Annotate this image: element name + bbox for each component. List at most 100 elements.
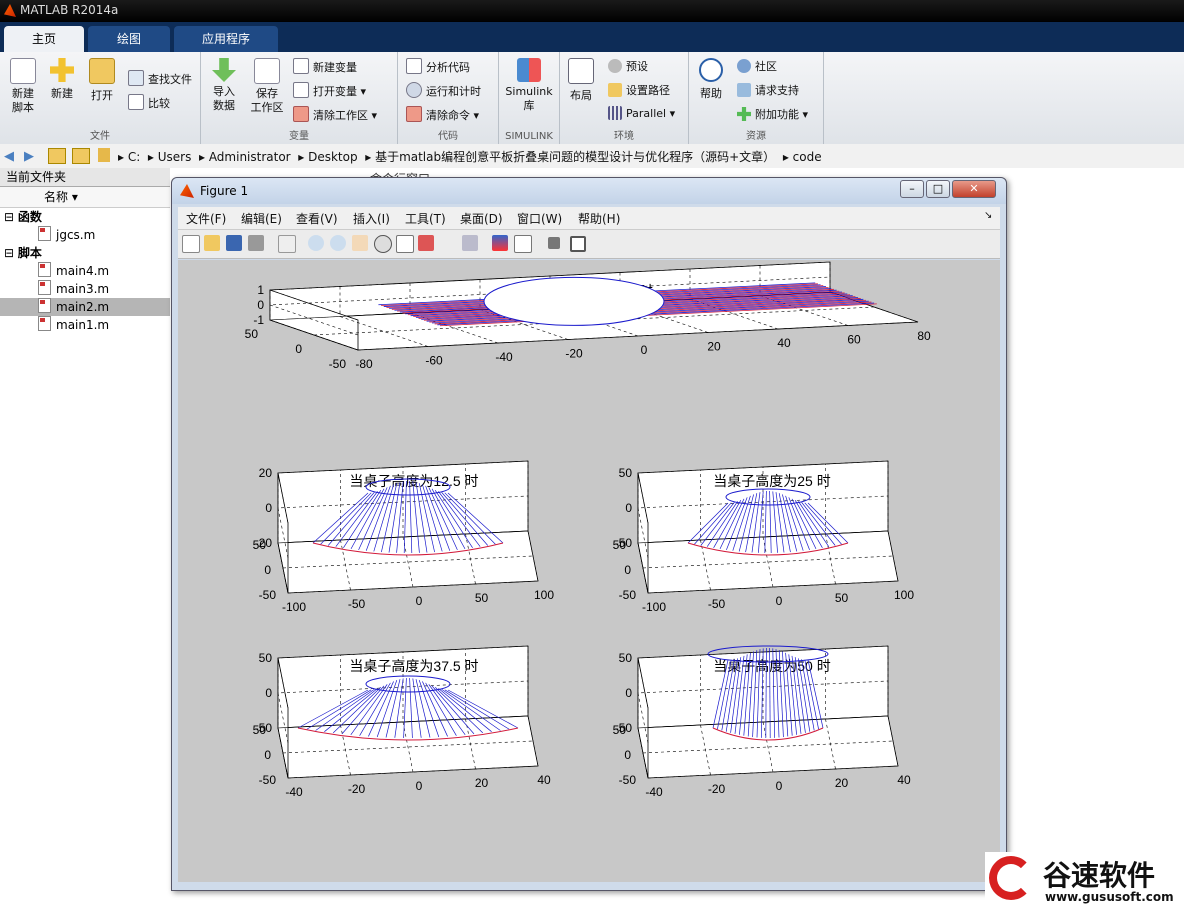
menu-insert[interactable]: 插入(I) <box>353 210 390 227</box>
open-variable-button[interactable]: 打开变量 ▾ <box>293 82 366 99</box>
help-button[interactable]: 帮助 <box>697 58 725 101</box>
crumb-code[interactable]: code <box>793 150 822 164</box>
y-tick-label: 0 <box>264 563 271 577</box>
set-path-button[interactable]: 设置路径 <box>608 82 670 98</box>
addons-button[interactable]: 附加功能 ▾ <box>737 106 808 122</box>
support-icon <box>737 83 751 97</box>
rotate-icon[interactable] <box>374 235 392 253</box>
open-button[interactable]: 打开 <box>86 58 118 103</box>
import-data-button[interactable]: 导入 数据 <box>207 58 241 113</box>
compare-button[interactable]: 比较 <box>128 94 170 111</box>
request-support-button[interactable]: 请求支持 <box>737 82 799 98</box>
y-tick-label: 0 <box>295 342 302 356</box>
clear-commands-button[interactable]: 清除命令 ▾ <box>406 106 479 123</box>
pan-icon[interactable] <box>352 235 368 251</box>
y-tick-label: 0 <box>624 748 631 762</box>
menu-help[interactable]: 帮助(H) <box>578 210 620 227</box>
pointer-icon[interactable] <box>278 235 296 253</box>
data-cursor-icon[interactable] <box>396 235 414 253</box>
close-button[interactable]: ✕ <box>952 180 996 198</box>
save-workspace-button[interactable]: 保存 工作区 <box>247 58 287 115</box>
group-variable-label: 变量 <box>289 131 309 142</box>
ribbon: 新建 脚本 新建 打开 查找文件 比较 文件 导入 数据 保存 工作区 新建变量… <box>0 52 1184 145</box>
menu-file[interactable]: 文件(F) <box>186 210 226 227</box>
root-folder-icon[interactable] <box>98 148 110 162</box>
zoom-out-icon[interactable] <box>330 235 346 251</box>
up-folder-icon[interactable] <box>48 148 66 164</box>
folder-icon <box>89 58 115 84</box>
x-tick-label: 0 <box>416 779 423 793</box>
file-item-main3[interactable]: main3.m <box>0 280 170 298</box>
import-data-label: 导入 数据 <box>213 85 235 112</box>
layout-button[interactable]: 布局 <box>566 58 596 103</box>
open-file-icon[interactable] <box>204 235 220 251</box>
y-tick-label: -50 <box>619 773 637 787</box>
simulink-library-button[interactable]: Simulink 库 <box>503 58 555 113</box>
menu-window[interactable]: 窗口(W) <box>517 210 562 227</box>
file-item-main4[interactable]: main4.m <box>0 262 170 280</box>
zoom-in-icon[interactable] <box>308 235 324 251</box>
community-button[interactable]: 社区 <box>737 58 777 74</box>
clear-workspace-button[interactable]: 清除工作区 ▾ <box>293 106 377 123</box>
crumb-project[interactable]: 基于matlab编程创意平板折叠桌问题的模型设计与优化程序（源码+文章） <box>375 150 775 164</box>
brush-icon[interactable] <box>418 235 434 251</box>
colorbar-icon[interactable] <box>492 235 508 251</box>
print-icon[interactable] <box>248 235 264 251</box>
tab-home[interactable]: 主页 <box>4 26 84 52</box>
menu-edit[interactable]: 编辑(E) <box>241 210 282 227</box>
figure-menubar: 文件(F) 编辑(E) 查看(V) 插入(I) 工具(T) 桌面(D) 窗口(W… <box>178 207 1000 230</box>
analyze-code-button[interactable]: 分析代码 <box>406 58 470 75</box>
dock-arrow-icon[interactable]: ↘ <box>984 210 992 221</box>
find-files-button[interactable]: 查找文件 <box>128 70 192 87</box>
community-icon <box>737 59 751 73</box>
menu-tools[interactable]: 工具(T) <box>405 210 446 227</box>
new-button[interactable]: 新建 <box>46 58 78 101</box>
request-support-label: 请求支持 <box>755 84 799 97</box>
layout-label: 布局 <box>570 89 592 102</box>
figure-titlebar[interactable]: Figure 1 – □ ✕ <box>172 178 1006 204</box>
parallel-button[interactable]: Parallel ▾ <box>608 106 675 120</box>
maximize-button[interactable]: □ <box>926 180 950 198</box>
tab-plots[interactable]: 绘图 <box>88 26 170 52</box>
forward-arrow-icon[interactable]: ▶ <box>24 149 34 164</box>
crumb-desktop[interactable]: Desktop <box>308 150 358 164</box>
group-functions[interactable]: ⊟ 函数 <box>0 208 170 226</box>
x-tick-label: 50 <box>475 591 489 605</box>
back-arrow-icon[interactable]: ◀ <box>4 149 14 164</box>
file-item-jgcs[interactable]: jgcs.m <box>0 226 170 244</box>
new-figure-icon[interactable] <box>182 235 200 253</box>
function-file-icon <box>38 226 51 241</box>
crumb-users[interactable]: Users <box>158 150 192 164</box>
collapse-icon[interactable]: ⊟ <box>4 210 14 224</box>
save-icon[interactable] <box>226 235 242 251</box>
x-tick-label: -40 <box>495 350 513 364</box>
subplot-1: 当桌子高度为0 时-80-60-40-20020406080500-5010-1 <box>245 261 931 371</box>
preferences-button[interactable]: 预设 <box>608 58 648 74</box>
folder-path-icon <box>608 83 622 97</box>
collapse-icon-2[interactable]: ⊟ <box>4 246 14 260</box>
hide-tools-icon[interactable] <box>548 237 560 249</box>
crumb-drive[interactable]: C: <box>128 150 140 164</box>
group-scripts[interactable]: ⊟ 脚本 <box>0 244 170 262</box>
file-item-main1[interactable]: main1.m <box>0 316 170 334</box>
tab-apps[interactable]: 应用程序 <box>174 26 278 52</box>
x-tick-label: -80 <box>355 357 373 371</box>
new-variable-button[interactable]: 新建变量 <box>293 58 357 75</box>
file-item-main2[interactable]: main2.m <box>0 298 170 316</box>
minimize-button[interactable]: – <box>900 180 924 198</box>
script-file-icon <box>38 298 51 313</box>
legend-icon[interactable] <box>514 235 532 253</box>
menu-view[interactable]: 查看(V) <box>296 210 338 227</box>
x-tick-label: 80 <box>917 329 931 343</box>
run-time-button[interactable]: 运行和计时 <box>406 82 481 99</box>
current-folder-title: 当前文件夹 <box>0 168 170 187</box>
new-script-button[interactable]: 新建 脚本 <box>6 58 40 115</box>
name-column-header[interactable]: 名称 ▾ <box>0 187 170 208</box>
crumb-administrator[interactable]: Administrator <box>209 150 291 164</box>
show-tools-icon[interactable] <box>570 236 586 252</box>
group-environment: 布局 预设 设置路径 Parallel ▾ 环境 <box>560 52 689 144</box>
new-variable-label: 新建变量 <box>313 61 357 74</box>
menu-desktop[interactable]: 桌面(D) <box>460 210 503 227</box>
link-plot-icon[interactable] <box>462 235 478 251</box>
browse-folder-icon[interactable] <box>72 148 90 164</box>
